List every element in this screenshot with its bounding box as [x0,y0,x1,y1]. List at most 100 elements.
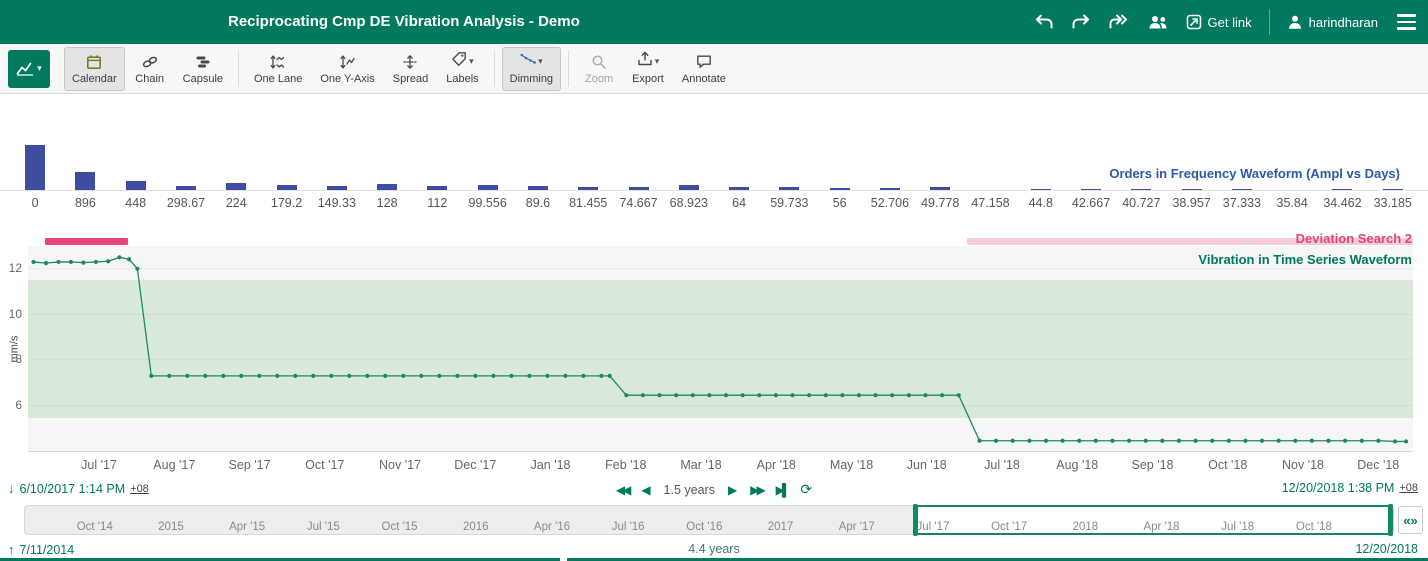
freq-axis-label: 59.733 [764,196,814,210]
freq-bar[interactable] [578,187,598,190]
freq-bar-cell [815,144,865,190]
x-axis-tick-label: Aug '17 [153,458,195,472]
freq-bar[interactable] [75,172,95,190]
condition-legend-label[interactable]: Deviation Search 2 [1296,231,1412,246]
freq-bar[interactable] [1182,189,1202,190]
freq-axis-label: 34.462 [1317,196,1367,210]
freq-bar[interactable] [427,186,447,190]
freq-bar[interactable] [478,185,498,190]
freq-bar[interactable] [377,184,397,190]
one-y-axis-button[interactable]: One Y-Axis [312,47,382,91]
view-selector-button[interactable]: ▾ [8,50,50,88]
hamburger-menu-icon[interactable] [1395,10,1418,34]
freq-bar-cell [211,144,261,190]
expand-range-button[interactable]: «» [1398,506,1423,534]
freq-bar[interactable] [830,188,850,190]
freq-bar[interactable] [679,185,699,190]
trend-series-svg[interactable] [28,246,1413,451]
freq-bar[interactable] [1031,189,1051,190]
step-forward-button[interactable]: ▶ [728,483,737,497]
freq-bar[interactable] [1383,189,1403,190]
undo-icon[interactable] [1034,13,1054,31]
capsule-button[interactable]: Capsule [175,47,231,91]
freq-bar-cell [463,144,513,190]
display-range-start: ↓ 6/10/2017 1:14 PM +08 [8,481,149,496]
freq-axis-label: 224 [211,196,261,210]
freq-bar[interactable] [528,186,548,190]
worksheet-title: Reciprocating Cmp DE Vibration Analysis … [228,0,580,44]
freq-axis-label: 47.158 [965,196,1015,210]
freq-bar-cell [764,144,814,190]
display-range-row: ↓ 6/10/2017 1:14 PM +08 ◀◀ ◀ 1.5 years ▶… [0,478,1428,502]
magnifier-icon [591,53,607,70]
x-axis-tick-label: Dec '18 [1357,458,1399,472]
freq-bar[interactable] [126,181,146,190]
range-start-datetime[interactable]: 6/10/2017 1:14 PM [20,482,126,496]
x-axis-tick-label: Jul '17 [81,458,117,472]
toolbar-separator [568,51,569,87]
chain-label: Chain [135,73,164,85]
freq-bar[interactable] [1081,189,1101,190]
freq-bar[interactable] [880,188,900,190]
freq-bar-cell [664,144,714,190]
condition-capsule[interactable] [45,238,128,245]
display-range-duration[interactable]: 1.5 years [664,483,715,497]
labels-button[interactable]: ▾ Labels [438,47,486,91]
range-end-datetime[interactable]: 12/20/2018 1:38 PM [1282,481,1395,495]
user-menu[interactable]: harindharan [1287,14,1378,30]
full-range-start-date[interactable]: 7/11/2014 [20,543,75,557]
forward-share-icon[interactable] [1108,13,1130,31]
selection-right-handle[interactable] [1388,504,1393,536]
step-to-end-button[interactable]: ▶▌ [776,483,788,497]
trend-plot[interactable]: mm/s 681012 [28,246,1413,452]
freq-bar[interactable] [25,145,45,190]
freq-bar[interactable] [779,187,799,190]
timeline-track[interactable]: Oct '142015Apr '15Jul '15Oct '152016Apr … [24,505,1394,535]
freq-bar[interactable] [176,186,196,190]
freq-bar[interactable] [729,187,749,190]
get-link-button[interactable]: Get link [1186,14,1252,30]
rewind-button[interactable]: ◀◀ [616,483,628,497]
freq-bar-cell [362,144,412,190]
dimming-button[interactable]: ▾ Dimming [502,47,561,91]
export-button[interactable]: ▾ Export [624,47,672,91]
redo-icon[interactable] [1071,13,1091,31]
capsule-icon [195,53,211,70]
bottom-panel-edge [0,556,1428,561]
capsule-header: Deviation Search 2 [0,220,1428,246]
timeline-tick-label: Apr '15 [229,521,265,533]
freq-bar[interactable] [327,186,347,190]
spread-button[interactable]: Spread [385,47,436,91]
calendar-button[interactable]: Calendar [64,47,125,91]
freq-bar[interactable] [277,185,297,190]
refresh-icon[interactable]: ⟳ [800,481,812,498]
access-users-icon[interactable] [1147,14,1169,30]
freq-bar[interactable] [1232,189,1252,190]
range-start-timezone[interactable]: +08 [130,483,149,495]
freq-bar[interactable] [930,187,950,190]
freq-bar[interactable] [226,183,246,190]
tag-icon [451,51,467,72]
series-legend-label[interactable]: Vibration in Time Series Waveform [1198,252,1412,267]
timeline-tick-label: Oct '18 [1296,521,1332,533]
full-range-end-date[interactable]: 12/20/2018 [1355,542,1418,556]
one-lane-button[interactable]: One Lane [246,47,310,91]
freq-axis-label: 896 [60,196,110,210]
chain-button[interactable]: Chain [127,47,173,91]
range-end-timezone[interactable]: +08 [1399,482,1418,494]
step-back-button[interactable]: ◀ [641,483,650,497]
x-axis-tick-label: Aug '18 [1056,458,1098,472]
freq-axis-label: 37.333 [1217,196,1267,210]
annotate-button[interactable]: Annotate [674,47,734,91]
freq-axis-label: 56 [815,196,865,210]
freq-bar-cell [10,144,60,190]
freq-bar[interactable] [1131,189,1151,190]
x-axis-tick-label: Jan '18 [531,458,571,472]
freq-bar[interactable] [1332,189,1352,190]
fast-forward-button[interactable]: ▶▶ [750,483,762,497]
full-range-row: ↑ 7/11/2014 4.4 years 12/20/2018 [0,540,1428,556]
freq-bar[interactable] [629,187,649,190]
investigate-timeline: Oct '142015Apr '15Jul '15Oct '152016Apr … [0,502,1428,540]
freq-axis-label: 89.6 [513,196,563,210]
freq-bar-cell [111,144,161,190]
